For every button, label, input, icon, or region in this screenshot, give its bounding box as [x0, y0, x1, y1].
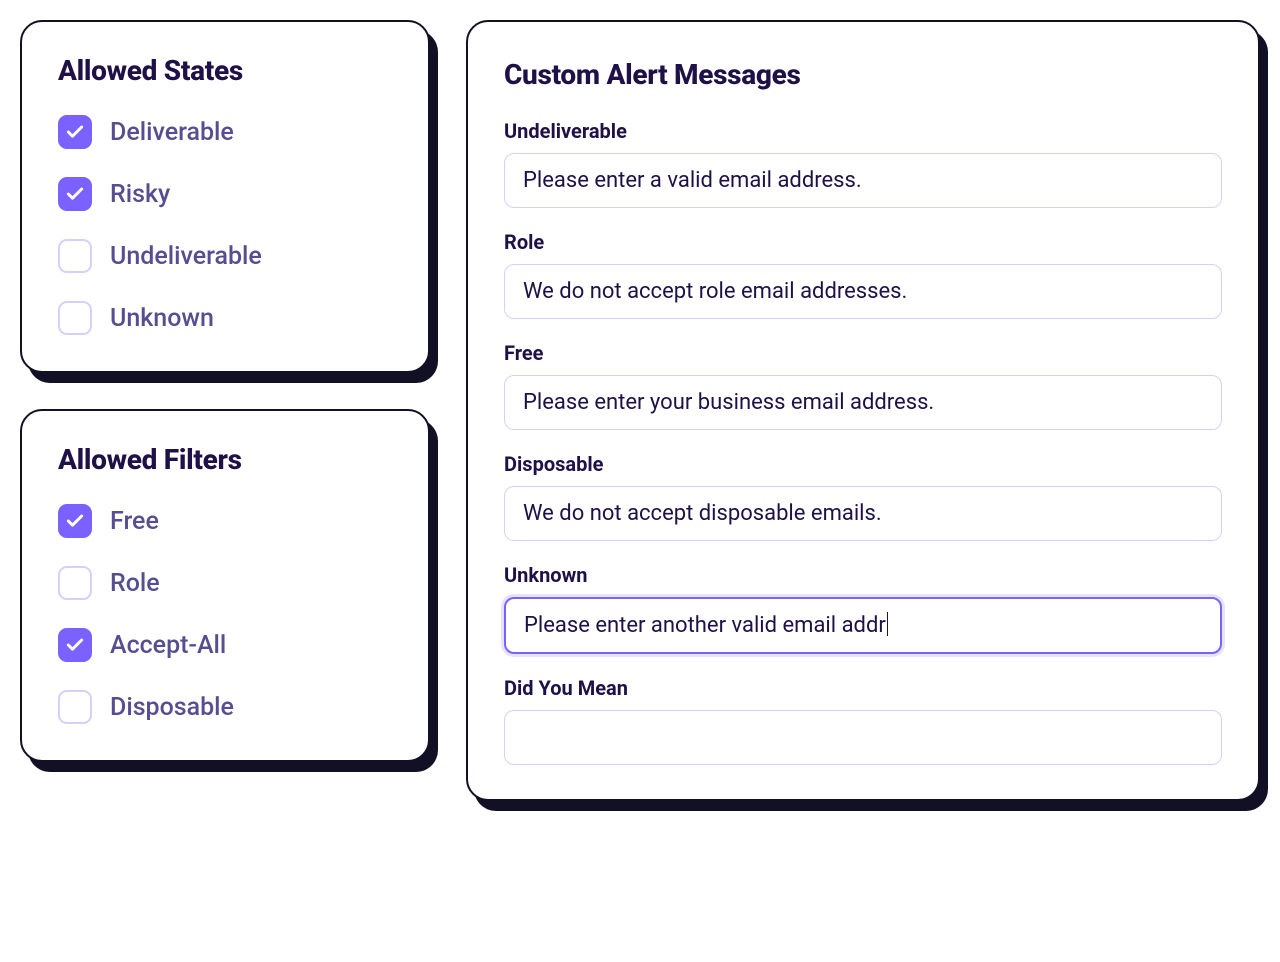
- checkbox-icon[interactable]: [58, 239, 92, 273]
- unknown-input[interactable]: Please enter another valid email addr: [504, 597, 1222, 654]
- state-risky[interactable]: Risky: [58, 177, 392, 211]
- state-unknown[interactable]: Unknown: [58, 301, 392, 335]
- allowed-states-card: Allowed States Deliverable Risky Undeliv…: [20, 20, 430, 373]
- role-input[interactable]: [504, 264, 1222, 319]
- settings-layout: Allowed States Deliverable Risky Undeliv…: [20, 20, 1260, 801]
- alert-field-free: Free: [504, 341, 1222, 430]
- checkbox-label: Unknown: [110, 304, 214, 333]
- text-caret-icon: [887, 612, 888, 636]
- field-label: Unknown: [504, 563, 1222, 587]
- alert-field-role: Role: [504, 230, 1222, 319]
- alert-field-did-you-mean: Did You Mean: [504, 676, 1222, 765]
- allowed-filters-card: Allowed Filters Free Role Accept-All Dis…: [20, 409, 430, 762]
- undeliverable-input[interactable]: [504, 153, 1222, 208]
- field-label: Undeliverable: [504, 119, 1222, 143]
- checkbox-icon[interactable]: [58, 690, 92, 724]
- filter-accept-all[interactable]: Accept-All: [58, 628, 392, 662]
- field-label: Free: [504, 341, 1222, 365]
- checkbox-icon[interactable]: [58, 177, 92, 211]
- field-label: Disposable: [504, 452, 1222, 476]
- disposable-input[interactable]: [504, 486, 1222, 541]
- checkbox-label: Disposable: [110, 693, 234, 722]
- checkbox-icon[interactable]: [58, 115, 92, 149]
- alert-field-unknown: Unknown Please enter another valid email…: [504, 563, 1222, 654]
- custom-alerts-card: Custom Alert Messages Undeliverable Role…: [466, 20, 1260, 801]
- allowed-filters-list: Free Role Accept-All Disposable: [58, 504, 392, 724]
- field-label: Role: [504, 230, 1222, 254]
- state-undeliverable[interactable]: Undeliverable: [58, 239, 392, 273]
- checkbox-icon[interactable]: [58, 504, 92, 538]
- field-label: Did You Mean: [504, 676, 1222, 700]
- alert-field-disposable: Disposable: [504, 452, 1222, 541]
- allowed-states-title: Allowed States: [58, 54, 392, 87]
- checkbox-label: Free: [110, 507, 159, 536]
- checkbox-label: Deliverable: [110, 118, 234, 147]
- checkbox-label: Risky: [110, 180, 170, 209]
- checkbox-icon[interactable]: [58, 301, 92, 335]
- filter-free[interactable]: Free: [58, 504, 392, 538]
- did-you-mean-input[interactable]: [504, 710, 1222, 765]
- allowed-filters-title: Allowed Filters: [58, 443, 392, 476]
- allowed-states-list: Deliverable Risky Undeliverable Unknown: [58, 115, 392, 335]
- filter-disposable[interactable]: Disposable: [58, 690, 392, 724]
- left-column: Allowed States Deliverable Risky Undeliv…: [20, 20, 430, 762]
- free-input[interactable]: [504, 375, 1222, 430]
- filter-role[interactable]: Role: [58, 566, 392, 600]
- checkbox-label: Accept-All: [110, 631, 226, 660]
- checkbox-label: Undeliverable: [110, 242, 262, 271]
- checkbox-icon[interactable]: [58, 628, 92, 662]
- checkbox-icon[interactable]: [58, 566, 92, 600]
- custom-alerts-title: Custom Alert Messages: [504, 58, 1222, 91]
- checkbox-label: Role: [110, 569, 160, 598]
- alert-field-undeliverable: Undeliverable: [504, 119, 1222, 208]
- state-deliverable[interactable]: Deliverable: [58, 115, 392, 149]
